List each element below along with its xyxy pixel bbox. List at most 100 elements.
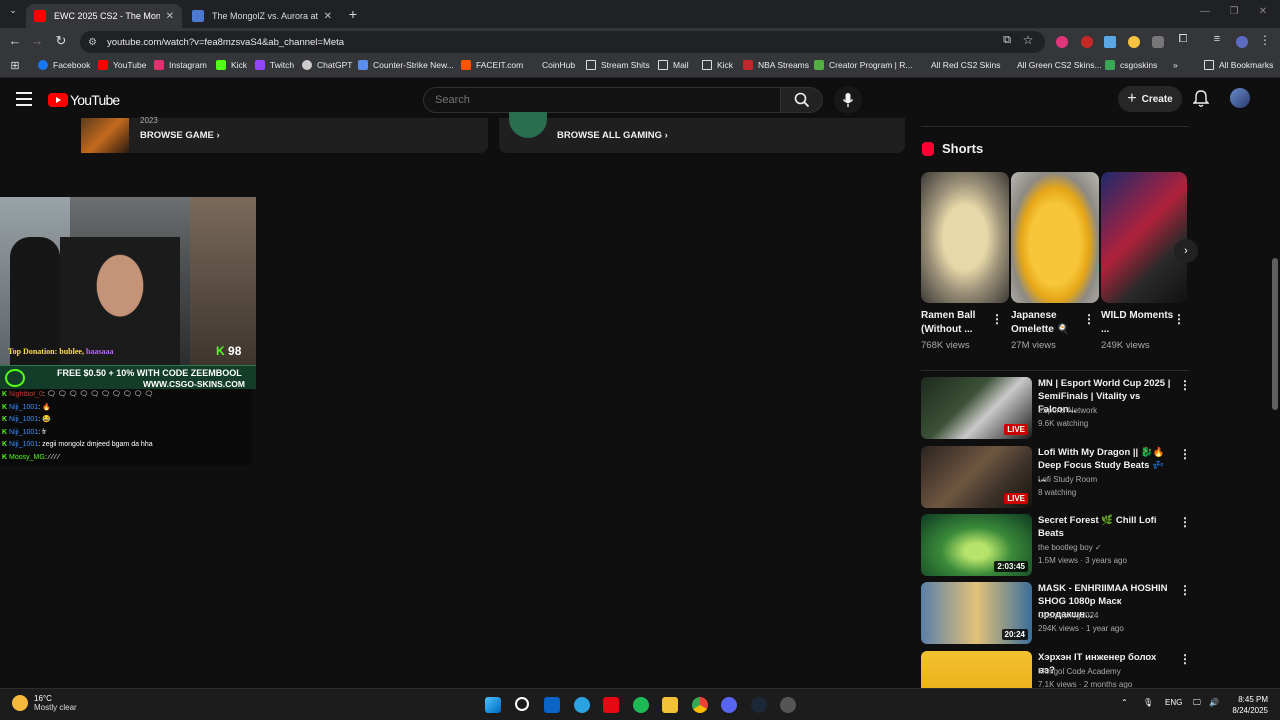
search-button[interactable] — [781, 87, 823, 113]
youtube-logo[interactable]: YouTube — [48, 92, 120, 108]
channel-name[interactable]: the bootleg boy ✓ — [1038, 543, 1102, 552]
more-actions-icon[interactable]: ⋮ — [991, 312, 1003, 326]
tab-search-icon[interactable]: ⌄ — [4, 5, 22, 16]
gaming-card[interactable]: BROWSE ALL GAMING › — [499, 112, 905, 153]
system-clock[interactable]: 8:45 PM 8/24/2025 — [1228, 694, 1268, 716]
close-tab-icon[interactable]: ✕ — [324, 11, 332, 22]
short-thumbnail[interactable] — [921, 172, 1009, 303]
bookmark-instagram[interactable]: Instagram — [154, 60, 207, 70]
minimize-icon[interactable]: — — [1196, 6, 1214, 17]
notifications-bell-icon[interactable] — [1193, 90, 1209, 108]
language-indicator[interactable]: ENG — [1165, 698, 1182, 707]
browser-menu-icon[interactable]: ⋮ — [1256, 33, 1274, 47]
outlook-icon[interactable] — [544, 697, 560, 713]
bookmark-all-green-cs2-skins[interactable]: All Green CS2 Skins... — [1002, 60, 1102, 70]
steam-icon[interactable] — [751, 697, 767, 713]
bookmark-folder-stream-shits[interactable]: Stream Shits — [586, 60, 650, 70]
scrollbar-thumb[interactable] — [1272, 258, 1278, 410]
channel-name[interactable]: eSports Network — [1038, 406, 1097, 415]
close-tab-icon[interactable]: ✕ — [166, 11, 174, 22]
short-thumbnail[interactable] — [1011, 172, 1099, 303]
video-item[interactable]: LIVE MN | Esport World Cup 2025 | SemiFi… — [921, 377, 1191, 441]
search-input[interactable] — [423, 87, 781, 113]
bookmark-faceit[interactable]: FACEIT.com — [461, 60, 523, 70]
bookmark-nba-streams[interactable]: NBA Streams — [743, 60, 809, 70]
bookmark-csgoskins[interactable]: csgoskins — [1105, 60, 1157, 70]
more-actions-icon[interactable]: ⋮ — [1179, 378, 1191, 392]
short-item[interactable]: Japanese Omelette 🍳 27M views ⋮ — [1011, 172, 1099, 351]
back-icon[interactable]: ← — [6, 33, 24, 48]
extensions-puzzle-icon[interactable]: ⧠ — [1174, 33, 1192, 46]
bookmarks-overflow-button[interactable]: » — [1173, 60, 1178, 70]
bookmark-facebook[interactable]: Facebook — [38, 60, 90, 70]
more-actions-icon[interactable]: ⋮ — [1179, 447, 1191, 461]
bookmark-coinhub[interactable]: CoinHub — [527, 60, 575, 70]
discord-icon[interactable] — [721, 697, 737, 713]
short-item[interactable]: WILD Moments ... 249K views ⋮ — [1101, 172, 1189, 351]
video-item[interactable]: LIVE Lofi With My Dragon || 🐉🔥 Deep Focu… — [921, 446, 1191, 510]
more-actions-icon[interactable]: ⋮ — [1179, 515, 1191, 529]
tab-ewc[interactable]: EWC 2025 CS2 - The MongolZ vs. ✕ — [26, 4, 182, 28]
video-thumbnail[interactable]: 20:24 — [921, 582, 1032, 644]
short-title[interactable]: Ramen Ball (Without ... — [921, 309, 995, 337]
cast-icon[interactable]: ⧉ — [998, 34, 1016, 47]
more-actions-icon[interactable]: ⋮ — [1083, 312, 1095, 326]
voice-search-button[interactable] — [834, 86, 862, 114]
browse-game-link[interactable]: BROWSE GAME › — [140, 130, 220, 141]
spotify-icon[interactable] — [633, 697, 649, 713]
netflix-icon[interactable] — [603, 697, 619, 713]
short-title[interactable]: WILD Moments ... — [1101, 309, 1175, 337]
forward-icon[interactable]: → — [28, 33, 46, 48]
video-title[interactable]: Secret Forest 🌿 Chill Lofi Beats — [1038, 514, 1173, 540]
shorts-next-button[interactable]: › — [1174, 239, 1198, 263]
page-scrollbar[interactable] — [1270, 78, 1280, 688]
more-actions-icon[interactable]: ⋮ — [1173, 312, 1185, 326]
channel-name[interactable]: Lofi Study Room — [1038, 475, 1097, 484]
short-thumbnail[interactable] — [1101, 172, 1187, 303]
bookmark-folder-mail[interactable]: Mail — [658, 60, 689, 70]
more-actions-icon[interactable]: ⋮ — [1179, 583, 1191, 597]
video-thumbnail[interactable] — [921, 651, 1032, 688]
url-text[interactable]: youtube.com/watch?v=fea8mzsvaS4&ab_chann… — [107, 37, 344, 48]
bookmark-creator-program[interactable]: Creator Program | R... — [814, 60, 912, 70]
weather-widget[interactable]: 16°C Mostly clear — [12, 694, 77, 712]
bookmark-youtube[interactable]: YouTube — [98, 60, 146, 70]
file-explorer-icon[interactable] — [662, 697, 678, 713]
tab-media-icon[interactable]: ≡ — [1208, 33, 1226, 45]
volume-icon[interactable]: 🔊 — [1209, 698, 1219, 707]
create-button[interactable]: + Create — [1118, 86, 1182, 112]
bookmark-folder-kick[interactable]: Kick — [702, 60, 733, 70]
more-actions-icon[interactable]: ⋮ — [1179, 652, 1186, 666]
video-thumbnail[interactable]: 2:03:45 — [921, 514, 1032, 576]
video-thumbnail[interactable]: LIVE — [921, 377, 1032, 439]
omnibox[interactable]: ⚙ youtube.com/watch?v=fea8mzsvaS4&ab_cha… — [80, 31, 1045, 53]
tab-mongolz-aurora[interactable]: The MongolZ vs. Aurora at Esports ✕ — [184, 4, 340, 28]
chrome-icon[interactable] — [692, 697, 708, 713]
bookmark-kick[interactable]: Kick — [216, 60, 247, 70]
short-item[interactable]: Ramen Ball (Without ... 768K views ⋮ — [921, 172, 1009, 351]
telegram-icon[interactable] — [574, 697, 590, 713]
bookmark-all-red-cs2-skins[interactable]: All Red CS2 Skins — [916, 60, 1000, 70]
microphone-tray-icon[interactable]: 🎙 — [1143, 698, 1153, 707]
video-item[interactable]: 2:03:45 Secret Forest 🌿 Chill Lofi Beats… — [921, 514, 1191, 578]
short-title[interactable]: Japanese Omelette 🍳 — [1011, 309, 1085, 337]
bookmark-chatgpt[interactable]: ChatGPT — [302, 60, 352, 70]
channel-name[interactable]: Mongol Code Academy — [1038, 667, 1121, 676]
start-windows-icon[interactable] — [485, 697, 501, 713]
extension-mask-icon[interactable] — [1152, 36, 1164, 48]
bookmark-twitch[interactable]: Twitch — [255, 60, 294, 70]
taskbar-search-icon[interactable] — [515, 697, 529, 711]
browse-all-gaming-link[interactable]: BROWSE ALL GAMING › — [557, 130, 668, 141]
video-item[interactable]: Хэрхэн IT инженер болох вэ? Mongol Code … — [921, 651, 1186, 688]
hamburger-menu-icon[interactable] — [16, 92, 32, 106]
video-item[interactable]: 20:24 MASK - ENHRIIMAA HOSHIN SHOG 1080p… — [921, 582, 1191, 646]
reload-icon[interactable]: ↻ — [52, 33, 70, 49]
extension-stack-icon[interactable] — [1104, 36, 1116, 48]
app-icon[interactable] — [780, 697, 796, 713]
stream-webcam-video[interactable]: Top Donation: bublee, baasaaa K 98 — [0, 197, 256, 365]
apps-grid-icon[interactable]: ⊞ — [6, 59, 24, 72]
video-thumbnail[interactable]: LIVE — [921, 446, 1032, 508]
extension-badge-icon[interactable] — [1081, 36, 1093, 48]
channel-name[interactable]: Goshinshog2024 — [1038, 611, 1099, 620]
profile-avatar-icon[interactable] — [1236, 36, 1248, 48]
